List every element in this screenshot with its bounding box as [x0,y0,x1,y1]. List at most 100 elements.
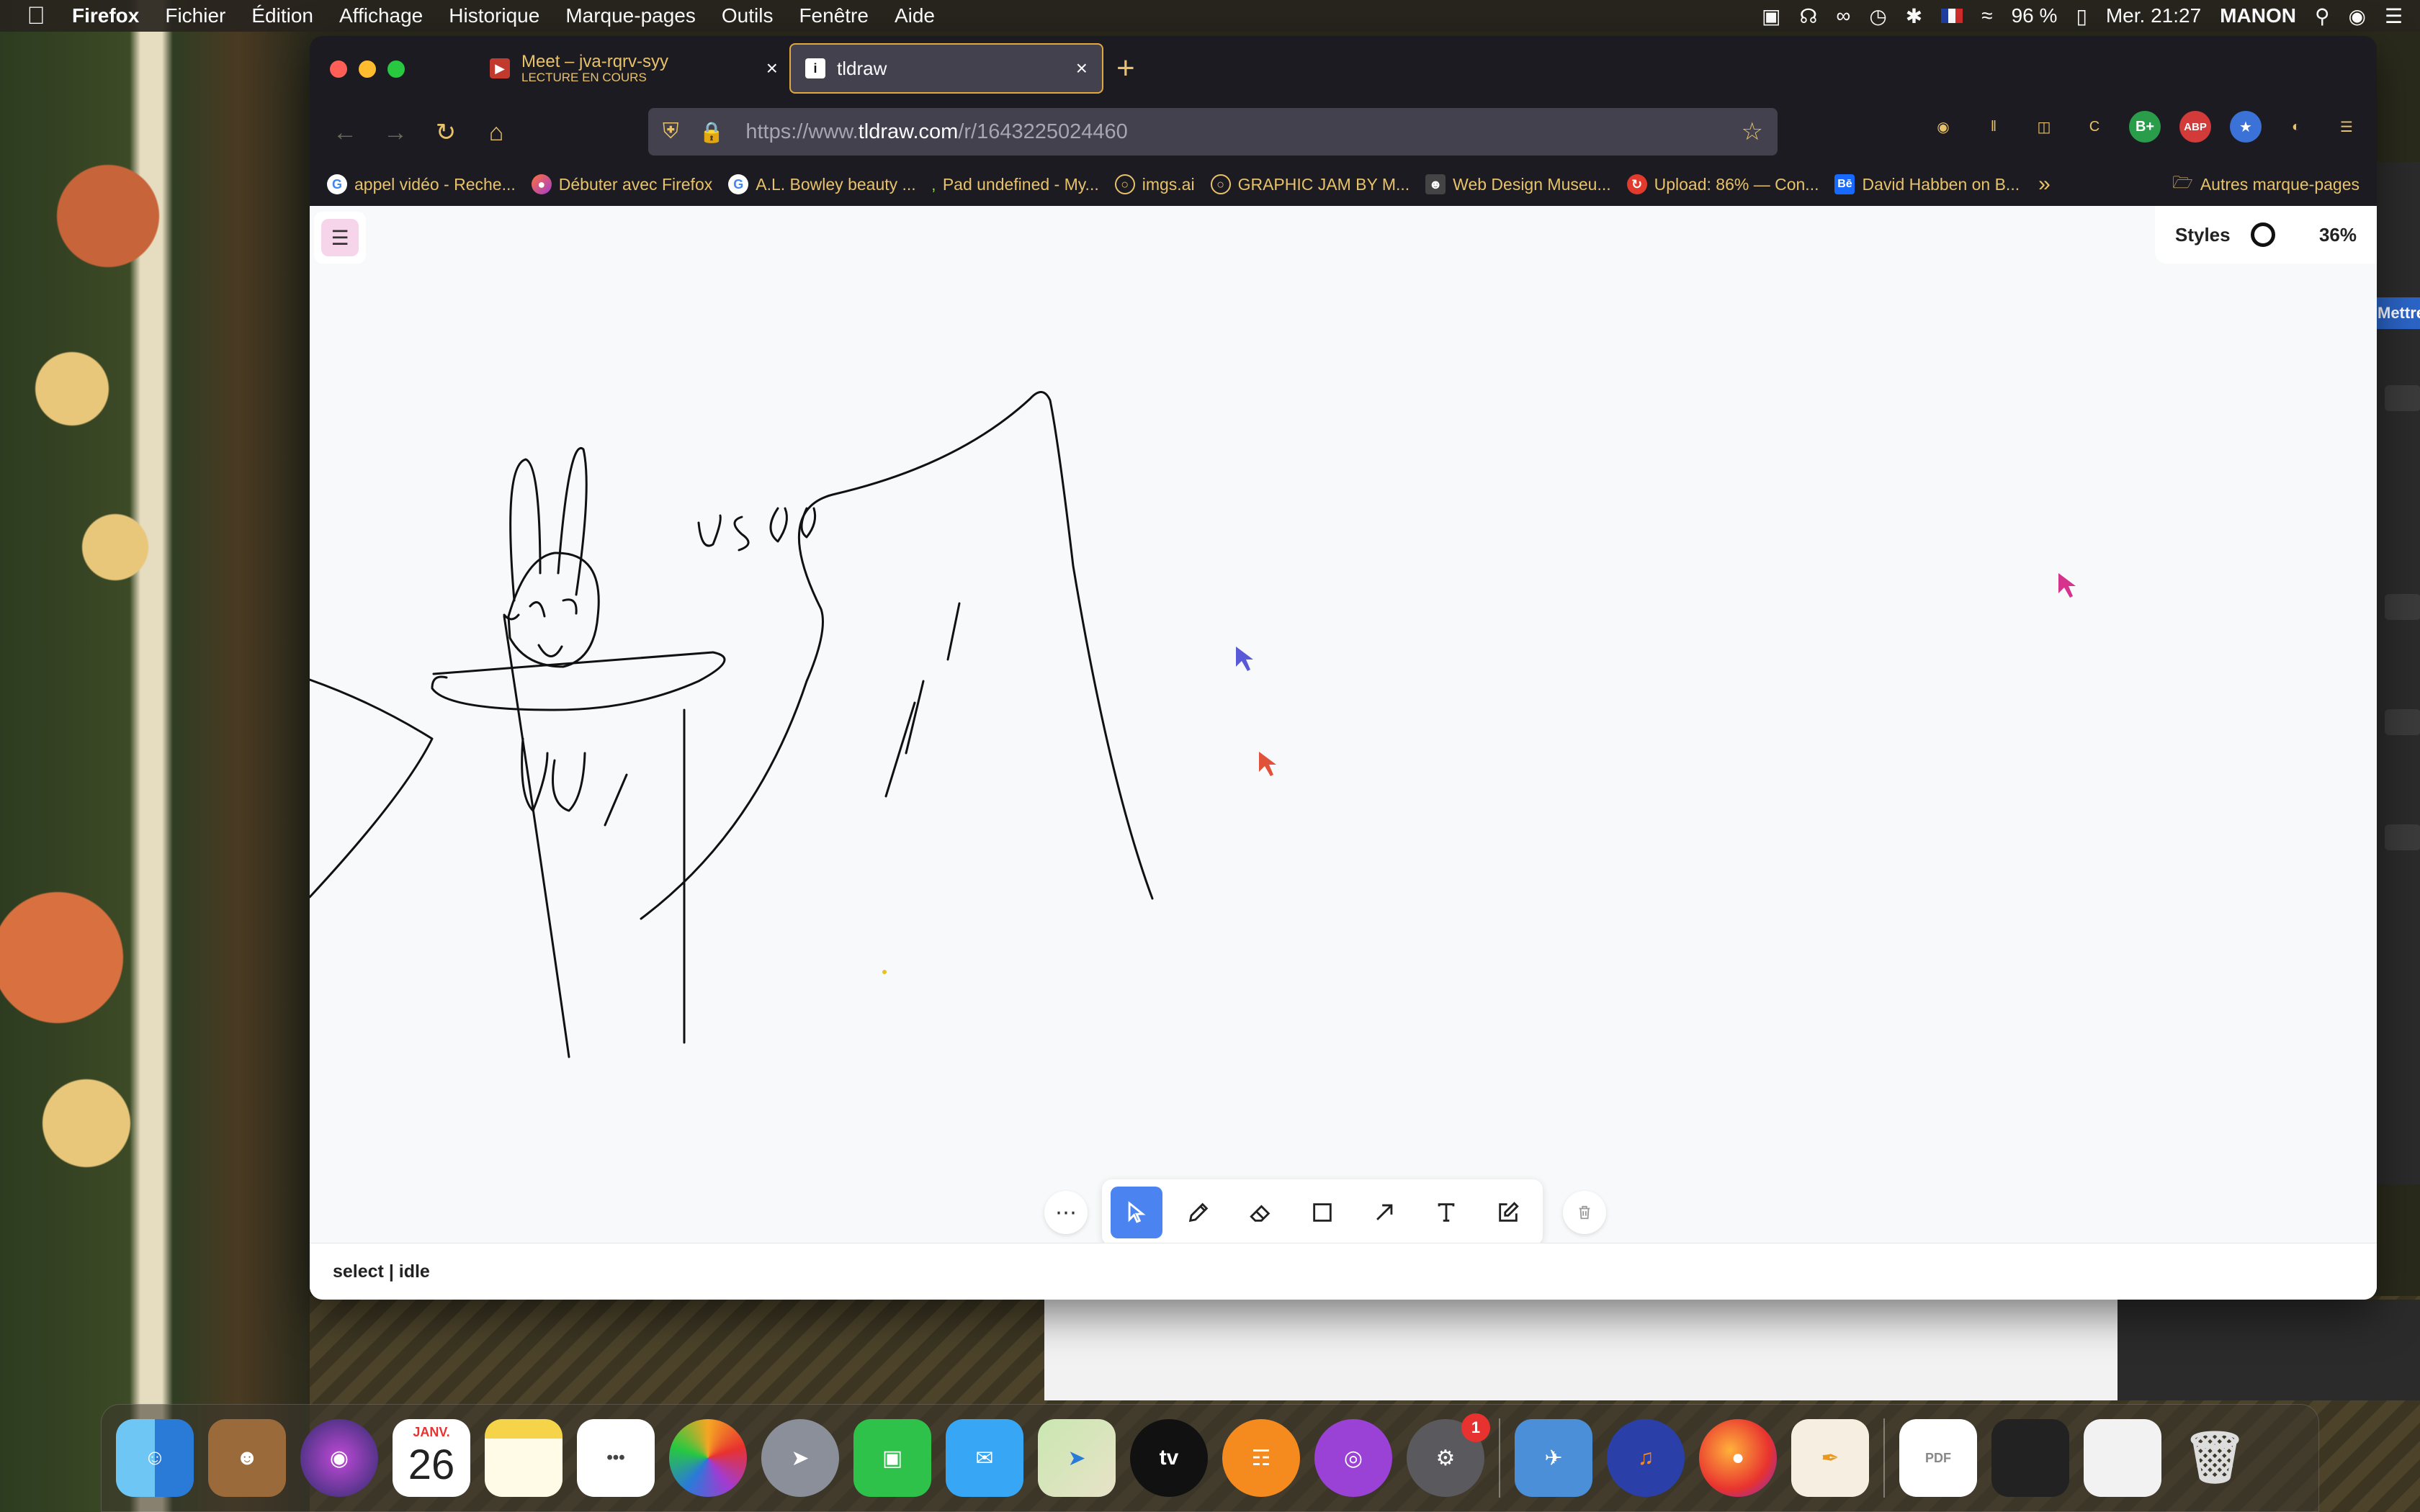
extension-bplus-icon[interactable]: B+ [2129,111,2161,143]
select-tool-button[interactable] [1111,1187,1162,1238]
trash-icon[interactable]: 🗑 [2176,1419,2254,1497]
photos-icon[interactable] [669,1419,747,1497]
url-bar[interactable]: ⛨ 🔒 https://www. tldraw.com/r/16432250244… [648,108,1778,156]
camera-icon[interactable]: ▣ [1762,4,1780,28]
adblock-plus-icon[interactable]: ABP [2179,111,2211,143]
other-bookmarks-folder[interactable]: 🗁 Autres marque-pages [2172,171,2360,199]
apple-menu-icon[interactable]:  [0,2,72,30]
notes-icon[interactable] [485,1419,563,1497]
style-circle-icon[interactable] [2250,222,2275,247]
menu-historique[interactable]: Historique [436,4,552,27]
minimize-window-button[interactable] [359,60,376,78]
forward-button[interactable]: → [370,119,421,147]
extension-toggle-icon[interactable]: ◐ [2280,111,2312,143]
sticky-note-tool-button[interactable] [1482,1187,1534,1238]
text-tool-button[interactable] [1420,1187,1472,1238]
control-center-icon[interactable]: ☰ [2385,4,2403,28]
audacity-icon[interactable]: ♫ [1607,1419,1685,1497]
new-tab-button[interactable]: + [1116,50,1135,86]
maps-icon[interactable]: ➤ [1038,1419,1116,1497]
reminders-icon[interactable]: ••• [577,1419,655,1497]
creative-cloud-icon[interactable]: ∞ [1836,4,1850,27]
battery-percentage[interactable]: 96 % [2012,4,2058,27]
messages-icon[interactable]: ✉ [946,1419,1023,1497]
firefox-icon[interactable]: ● [1699,1419,1777,1497]
facetime-icon[interactable]: ▣ [853,1419,931,1497]
bookmark-item[interactable]: ○ imgs.ai [1114,174,1195,194]
window-thumbnail-icon[interactable] [1991,1419,2069,1497]
zoom-window-button[interactable] [387,60,405,78]
reload-button[interactable]: ↻ [421,118,471,147]
tab-meet[interactable]: ▶ Meet – jva-rqrv-syy LECTURE EN COURS × [475,43,792,94]
bookmark-item[interactable]: ● Débuter avec Firefox [531,174,712,194]
menu-fenetre[interactable]: Fenêtre [786,4,882,27]
microphone-icon[interactable]: ☊ [1799,4,1817,28]
close-tab-icon[interactable]: × [766,57,778,80]
finder-icon[interactable]: ☺ [116,1419,194,1497]
sidebar-icon[interactable]: ◫ [2028,111,2060,143]
bluetooth-icon[interactable]: ✱ [1906,4,1922,28]
arrow-tool-button[interactable] [1358,1187,1410,1238]
preview-icon[interactable]: ✈ [1515,1419,1592,1497]
bookmark-item[interactable]: Bē David Habben on B... [1834,174,2020,194]
bookmark-item[interactable]: ○ GRAPHIC JAM BY M... [1210,174,1410,194]
extension-star-icon[interactable]: ★ [2230,111,2262,143]
bookmark-item[interactable]: ‚ Pad undefined - My... [932,175,1099,194]
menubar-user[interactable]: MANON [2220,4,2296,27]
menu-marque-pages[interactable]: Marque-pages [552,4,709,27]
menu-outils[interactable]: Outils [709,4,786,27]
menu-aide[interactable]: Aide [882,4,948,27]
bookmark-item[interactable]: ↻ Upload: 86% — Con... [1626,174,1819,194]
hamburger-menu-icon[interactable]: ☰ [2331,111,2362,143]
bookmark-item[interactable]: ☻ Web Design Museu... [1425,174,1611,194]
window-thumbnail-icon[interactable] [2084,1419,2161,1497]
contacts-icon[interactable]: ☻ [208,1419,286,1497]
extension-c-icon[interactable]: C [2079,111,2110,143]
close-window-button[interactable] [330,60,347,78]
menubar-clock[interactable]: Mer. 21:27 [2106,4,2201,27]
menu-fichier[interactable]: Fichier [152,4,238,27]
calendar-icon[interactable]: JANV. 26 [393,1419,470,1497]
styles-button[interactable]: Styles [2175,224,2231,246]
draw-tool-button[interactable] [1173,1187,1224,1238]
menu-affichage[interactable]: Affichage [326,4,436,27]
pages-icon[interactable]: ✒ [1791,1419,1869,1497]
tab-tldraw[interactable]: i tldraw × [789,43,1103,94]
zoom-level[interactable]: 36% [2319,224,2357,246]
background-window-bottom-dark [2118,1300,2420,1400]
battery-icon[interactable]: ▯ [2076,4,2087,28]
bookmark-item[interactable]: Gappel vidéo - Reche... [327,174,516,194]
spotlight-search-icon[interactable]: ⚲ [2315,4,2330,28]
more-bookmarks-chevron-icon[interactable]: » [2038,172,2051,197]
time-machine-icon[interactable]: ◷ [1869,4,1886,28]
wifi-icon[interactable]: ≈ [1981,4,1992,27]
siri-icon[interactable]: ◉ [300,1419,378,1497]
meet-camera-icon: ▶ [490,58,510,78]
drawing-canvas[interactable] [310,206,2377,1243]
system-preferences-icon[interactable]: ⚙ 1 [1407,1413,1490,1497]
input-language-flag-icon[interactable] [1941,9,1963,23]
tldraw-menu-button[interactable]: ☰ [314,212,366,264]
home-button[interactable]: ⌂ [471,119,521,147]
close-tab-icon[interactable]: × [1076,57,1088,80]
pdf-document-icon[interactable]: PDF [1899,1419,1977,1497]
bookmark-item[interactable]: G A.L. Bowley beauty ... [728,174,916,194]
books-icon[interactable]: ☶ [1222,1419,1300,1497]
menu-edition[interactable]: Édition [238,4,326,27]
library-icon[interactable]: ‖ [1978,111,2009,143]
bookmark-star-icon[interactable]: ☆ [1742,117,1763,146]
podcasts-icon[interactable]: ◎ [1314,1419,1392,1497]
tracking-protection-shield-icon[interactable]: ⛨ [663,120,679,144]
lock-icon[interactable]: 🔒 [699,120,725,144]
app-menu[interactable]: Firefox [72,4,152,27]
apple-tv-icon[interactable]: tv [1130,1419,1208,1497]
launchpad-icon[interactable]: ➤ [761,1419,839,1497]
more-options-button[interactable]: ⋯ [1044,1191,1088,1234]
pocket-icon[interactable]: ◉ [1927,111,1959,143]
rectangle-tool-button[interactable] [1296,1187,1348,1238]
back-button[interactable]: ← [320,119,370,147]
siri-icon[interactable]: ◉ [2348,4,2365,28]
drawn-shape-left [310,678,434,899]
delete-button[interactable] [1563,1191,1606,1234]
eraser-tool-button[interactable] [1234,1187,1286,1238]
